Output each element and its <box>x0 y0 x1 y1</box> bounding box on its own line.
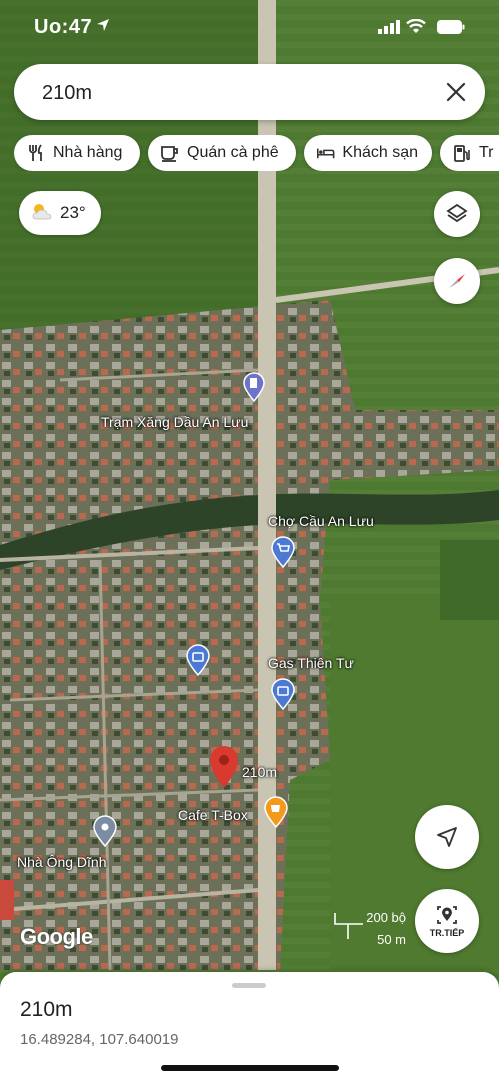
poi-label-market[interactable]: Chợ Cầu An Lưu <box>268 513 374 529</box>
coffee-cup-icon <box>161 146 178 162</box>
chip-gas[interactable]: Tr <box>440 135 499 171</box>
cellular-signal-icon <box>378 20 400 39</box>
layers-icon <box>446 203 468 223</box>
wifi-icon <box>406 18 426 39</box>
navigation-arrow-icon <box>437 827 457 847</box>
scale-feet: 200 bộ <box>366 910 406 925</box>
home-indicator <box>161 1065 339 1071</box>
google-logo: Google <box>20 924 93 949</box>
bottom-sheet[interactable]: 210m 16.489284, 107.640019 <box>0 972 499 1080</box>
chip-cafes[interactable]: Quán cà phê <box>148 135 296 171</box>
battery-icon <box>437 20 465 39</box>
cafe-pin-icon[interactable] <box>263 796 289 833</box>
scale-meters: 50 m <box>377 932 406 947</box>
navigate-button[interactable] <box>415 805 479 869</box>
chip-label: Quán cà phê <box>187 144 279 161</box>
bed-icon <box>316 148 335 159</box>
map-scale: 200 bộ 50 m <box>334 908 414 947</box>
partly-cloudy-icon <box>30 201 54 226</box>
shopping-cart-pin-icon[interactable] <box>270 536 296 573</box>
place-pin-icon[interactable] <box>92 815 118 852</box>
compass-icon <box>449 274 465 288</box>
layers-button[interactable] <box>434 191 480 237</box>
dropped-pin-icon[interactable] <box>208 745 240 794</box>
location-focus-icon <box>437 906 457 924</box>
shop-pin-icon[interactable] <box>185 644 211 681</box>
status-bar: Uo:47 <box>0 14 499 44</box>
gas-pump-icon <box>454 145 470 162</box>
category-chips: Nhà hàng Quán cà phê Khách sạn Tr <box>14 135 499 171</box>
chip-restaurants[interactable]: Nhà hàng <box>14 135 140 171</box>
poi-label-gas-shop[interactable]: Gas Thiên Tư <box>268 655 354 671</box>
poi-label-cafe[interactable]: Cafe T-Box <box>178 807 248 823</box>
place-title: 210m <box>20 998 73 1021</box>
location-arrow-icon <box>96 18 110 37</box>
compass-button[interactable] <box>434 258 480 304</box>
chip-hotels[interactable]: Khách sạn <box>304 135 432 171</box>
sheet-handle[interactable] <box>232 983 266 988</box>
dropped-pin-label[interactable]: 210m <box>242 764 277 780</box>
next-label: TR.TIẾP <box>429 928 465 938</box>
weather-badge[interactable]: 23° <box>19 191 101 235</box>
gas-station-pin-icon[interactable] <box>242 372 266 407</box>
poi-label-gas-station[interactable]: Trạm Xăng Dầu An Lưu <box>101 414 248 430</box>
gas-shop-pin-icon[interactable] <box>270 678 296 715</box>
next-button[interactable]: TR.TIẾP <box>415 889 479 953</box>
temperature: 23° <box>60 203 86 222</box>
chip-label: Tr <box>479 144 494 161</box>
poi-label-house[interactable]: Nhà Ông Dĩnh <box>17 854 107 870</box>
chip-label: Nhà hàng <box>53 144 123 161</box>
restaurant-icon <box>29 144 42 161</box>
close-icon[interactable] <box>445 81 467 103</box>
status-time: Uo:47 <box>34 16 93 38</box>
search-input[interactable] <box>40 77 424 109</box>
place-coordinates: 16.489284, 107.640019 <box>20 1031 179 1048</box>
search-bar <box>14 64 485 120</box>
chip-label: Khách sạn <box>342 144 418 161</box>
